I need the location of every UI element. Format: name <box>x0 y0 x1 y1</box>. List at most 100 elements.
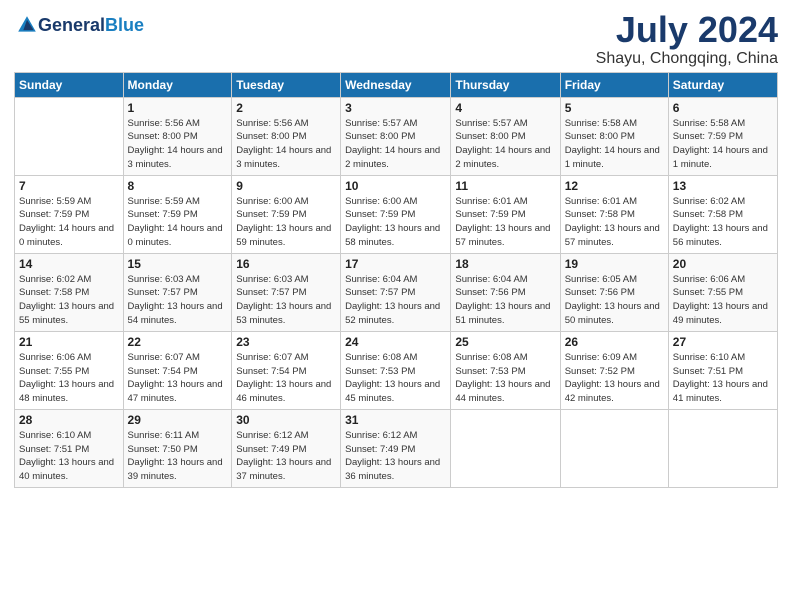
day-number: 19 <box>565 257 664 271</box>
calendar-cell: 1 Sunrise: 5:56 AMSunset: 8:00 PMDaylight… <box>123 97 232 175</box>
day-info: Sunrise: 6:08 AMSunset: 7:53 PMDaylight:… <box>455 351 555 406</box>
day-info: Sunrise: 6:08 AMSunset: 7:53 PMDaylight:… <box>345 351 446 406</box>
day-info: Sunrise: 6:09 AMSunset: 7:52 PMDaylight:… <box>565 351 664 406</box>
calendar-table: Sunday Monday Tuesday Wednesday Thursday… <box>14 72 778 488</box>
logo-text-blue: Blue <box>105 15 144 35</box>
day-info: Sunrise: 5:59 AMSunset: 7:59 PMDaylight:… <box>128 195 228 250</box>
calendar-cell: 23 Sunrise: 6:07 AMSunset: 7:54 PMDayligh… <box>232 331 341 409</box>
calendar-cell: 24Sunrise: 6:08 AMSunset: 7:53 PMDayligh… <box>341 331 451 409</box>
day-number: 4 <box>455 101 555 115</box>
calendar-cell <box>668 409 777 487</box>
day-number: 30 <box>236 413 336 427</box>
calendar-cell: 8 Sunrise: 5:59 AMSunset: 7:59 PMDaylight… <box>123 175 232 253</box>
day-info: Sunrise: 6:10 AMSunset: 7:51 PMDaylight:… <box>673 351 773 406</box>
day-number: 9 <box>236 179 336 193</box>
day-number: 14 <box>19 257 119 271</box>
calendar-cell <box>560 409 668 487</box>
calendar-cell: 15 Sunrise: 6:03 AMSunset: 7:57 PMDayligh… <box>123 253 232 331</box>
day-number: 23 <box>236 335 336 349</box>
day-number: 12 <box>565 179 664 193</box>
day-info: Sunrise: 6:07 AMSunset: 7:54 PMDaylight:… <box>236 351 336 406</box>
calendar-cell: 18 Sunrise: 6:04 AMSunset: 7:56 PMDayligh… <box>451 253 560 331</box>
calendar-cell: 29Sunrise: 6:11 AMSunset: 7:50 PMDayligh… <box>123 409 232 487</box>
calendar-cell <box>451 409 560 487</box>
col-monday: Monday <box>123 72 232 97</box>
day-info: Sunrise: 6:01 AMSunset: 7:58 PMDaylight:… <box>565 195 664 250</box>
day-info: Sunrise: 6:12 AMSunset: 7:49 PMDaylight:… <box>345 429 446 484</box>
day-info: Sunrise: 5:56 AMSunset: 8:00 PMDaylight:… <box>128 117 228 172</box>
calendar-cell: 12 Sunrise: 6:01 AMSunset: 7:58 PMDayligh… <box>560 175 668 253</box>
calendar-week-3: 14 Sunrise: 6:02 AMSunset: 7:58 PMDayligh… <box>15 253 778 331</box>
calendar-cell: 26 Sunrise: 6:09 AMSunset: 7:52 PMDayligh… <box>560 331 668 409</box>
day-info: Sunrise: 5:57 AMSunset: 8:00 PMDaylight:… <box>455 117 555 172</box>
day-number: 31 <box>345 413 446 427</box>
day-number: 13 <box>673 179 773 193</box>
calendar-cell: 16 Sunrise: 6:03 AMSunset: 7:57 PMDayligh… <box>232 253 341 331</box>
day-number: 6 <box>673 101 773 115</box>
location-title: Shayu, Chongqing, China <box>596 50 778 68</box>
calendar-week-1: 1 Sunrise: 5:56 AMSunset: 8:00 PMDaylight… <box>15 97 778 175</box>
day-info: Sunrise: 5:57 AMSunset: 8:00 PMDaylight:… <box>345 117 446 172</box>
day-info: Sunrise: 6:12 AMSunset: 7:49 PMDaylight:… <box>236 429 336 484</box>
calendar-cell: 7 Sunrise: 5:59 AMSunset: 7:59 PMDaylight… <box>15 175 124 253</box>
day-info: Sunrise: 6:02 AMSunset: 7:58 PMDaylight:… <box>673 195 773 250</box>
day-info: Sunrise: 6:10 AMSunset: 7:51 PMDaylight:… <box>19 429 119 484</box>
calendar-cell: 6Sunrise: 5:58 AMSunset: 7:59 PMDaylight… <box>668 97 777 175</box>
calendar-cell: 13 Sunrise: 6:02 AMSunset: 7:58 PMDayligh… <box>668 175 777 253</box>
day-info: Sunrise: 6:04 AMSunset: 7:57 PMDaylight:… <box>345 273 446 328</box>
calendar-cell: 21 Sunrise: 6:06 AMSunset: 7:55 PMDayligh… <box>15 331 124 409</box>
logo-text-general: General <box>38 15 105 35</box>
day-info: Sunrise: 6:03 AMSunset: 7:57 PMDaylight:… <box>128 273 228 328</box>
calendar-cell: 20Sunrise: 6:06 AMSunset: 7:55 PMDayligh… <box>668 253 777 331</box>
day-number: 21 <box>19 335 119 349</box>
logo-icon <box>16 14 38 36</box>
day-info: Sunrise: 6:06 AMSunset: 7:55 PMDaylight:… <box>673 273 773 328</box>
day-info: Sunrise: 6:03 AMSunset: 7:57 PMDaylight:… <box>236 273 336 328</box>
header: GeneralBlue July 2024 Shayu, Chongqing, … <box>14 10 778 68</box>
page-container: GeneralBlue July 2024 Shayu, Chongqing, … <box>0 0 792 498</box>
day-number: 1 <box>128 101 228 115</box>
calendar-cell: 27 Sunrise: 6:10 AMSunset: 7:51 PMDayligh… <box>668 331 777 409</box>
day-info: Sunrise: 6:11 AMSunset: 7:50 PMDaylight:… <box>128 429 228 484</box>
calendar-week-5: 28Sunrise: 6:10 AMSunset: 7:51 PMDayligh… <box>15 409 778 487</box>
day-number: 8 <box>128 179 228 193</box>
day-info: Sunrise: 6:07 AMSunset: 7:54 PMDaylight:… <box>128 351 228 406</box>
day-number: 10 <box>345 179 446 193</box>
calendar-cell: 22Sunrise: 6:07 AMSunset: 7:54 PMDayligh… <box>123 331 232 409</box>
title-area: July 2024 Shayu, Chongqing, China <box>596 10 778 68</box>
calendar-cell: 3 Sunrise: 5:57 AMSunset: 8:00 PMDaylight… <box>341 97 451 175</box>
day-info: Sunrise: 5:59 AMSunset: 7:59 PMDaylight:… <box>19 195 119 250</box>
day-info: Sunrise: 6:01 AMSunset: 7:59 PMDaylight:… <box>455 195 555 250</box>
day-number: 5 <box>565 101 664 115</box>
day-number: 2 <box>236 101 336 115</box>
month-title: July 2024 <box>596 10 778 50</box>
day-number: 18 <box>455 257 555 271</box>
day-number: 17 <box>345 257 446 271</box>
day-info: Sunrise: 6:02 AMSunset: 7:58 PMDaylight:… <box>19 273 119 328</box>
col-saturday: Saturday <box>668 72 777 97</box>
col-wednesday: Wednesday <box>341 72 451 97</box>
col-thursday: Thursday <box>451 72 560 97</box>
calendar-week-2: 7 Sunrise: 5:59 AMSunset: 7:59 PMDaylight… <box>15 175 778 253</box>
header-row: Sunday Monday Tuesday Wednesday Thursday… <box>15 72 778 97</box>
day-info: Sunrise: 6:05 AMSunset: 7:56 PMDaylight:… <box>565 273 664 328</box>
calendar-cell <box>15 97 124 175</box>
day-number: 3 <box>345 101 446 115</box>
logo: GeneralBlue <box>14 14 144 36</box>
calendar-cell: 19 Sunrise: 6:05 AMSunset: 7:56 PMDayligh… <box>560 253 668 331</box>
day-number: 16 <box>236 257 336 271</box>
calendar-cell: 10 Sunrise: 6:00 AMSunset: 7:59 PMDayligh… <box>341 175 451 253</box>
day-number: 27 <box>673 335 773 349</box>
day-info: Sunrise: 6:06 AMSunset: 7:55 PMDaylight:… <box>19 351 119 406</box>
day-info: Sunrise: 5:58 AMSunset: 8:00 PMDaylight:… <box>565 117 664 172</box>
day-info: Sunrise: 6:00 AMSunset: 7:59 PMDaylight:… <box>345 195 446 250</box>
day-number: 26 <box>565 335 664 349</box>
calendar-cell: 2 Sunrise: 5:56 AMSunset: 8:00 PMDaylight… <box>232 97 341 175</box>
day-number: 11 <box>455 179 555 193</box>
day-info: Sunrise: 5:56 AMSunset: 8:00 PMDaylight:… <box>236 117 336 172</box>
day-number: 7 <box>19 179 119 193</box>
calendar-cell: 9Sunrise: 6:00 AMSunset: 7:59 PMDaylight… <box>232 175 341 253</box>
day-number: 15 <box>128 257 228 271</box>
day-info: Sunrise: 6:04 AMSunset: 7:56 PMDaylight:… <box>455 273 555 328</box>
day-number: 25 <box>455 335 555 349</box>
